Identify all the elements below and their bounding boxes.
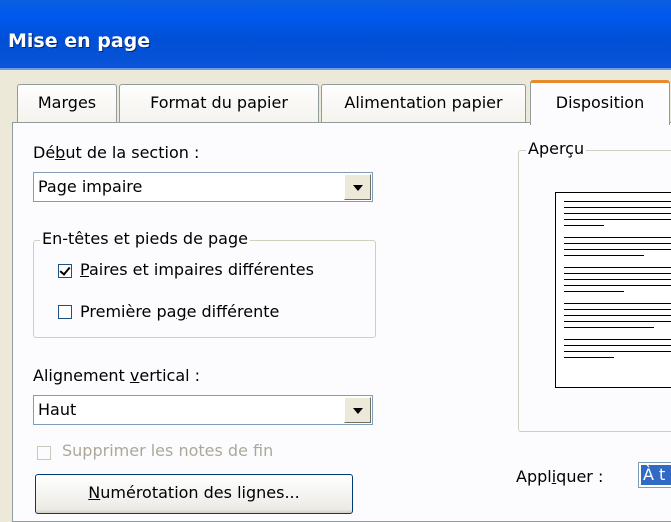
suppress-endnotes-checkbox[interactable] xyxy=(37,446,51,460)
suppress-endnotes-label: Supprimer les notes de fin xyxy=(62,441,274,460)
section-start-select[interactable]: Page impaire xyxy=(33,172,373,202)
section-start-value: Page impaire xyxy=(38,177,143,196)
section-start-label: Début de la section : xyxy=(33,143,200,162)
chevron-down-icon[interactable] xyxy=(344,174,371,200)
apply-label: Appliquer : xyxy=(516,467,604,486)
line-numbers-button[interactable]: Numérotation des lignes... xyxy=(35,474,353,514)
window-title: Mise en page xyxy=(8,30,151,52)
title-bar: Mise en page xyxy=(0,0,671,68)
vertical-alignment-label: Alignement vertical : xyxy=(33,366,201,385)
headers-footers-group xyxy=(33,240,376,338)
tab-paper-format-label: Format du papier xyxy=(150,93,288,112)
vertical-alignment-value: Haut xyxy=(38,400,77,419)
tab-layout-label: Disposition xyxy=(555,93,645,112)
headers-footers-legend: En-têtes et pieds de page xyxy=(40,229,250,248)
apply-to-value: À t xyxy=(641,465,671,485)
chevron-down-icon[interactable] xyxy=(344,397,371,423)
tab-paper-format[interactable]: Format du papier xyxy=(119,84,319,122)
tab-paper-source-label: Alimentation papier xyxy=(344,93,503,112)
tab-margins-label: Marges xyxy=(37,93,97,112)
tab-layout[interactable]: Disposition xyxy=(530,80,670,125)
preview-legend: Aperçu xyxy=(526,139,587,158)
tab-margins[interactable]: Marges xyxy=(17,84,117,122)
tab-paper-source[interactable]: Alimentation papier xyxy=(321,84,526,122)
odd-even-label[interactable]: Paires et impaires différentes xyxy=(80,260,314,279)
odd-even-checkbox[interactable] xyxy=(58,264,72,278)
vertical-alignment-select[interactable]: Haut xyxy=(33,395,373,425)
first-page-label[interactable]: Première page différente xyxy=(80,302,279,321)
first-page-checkbox[interactable] xyxy=(58,305,72,319)
title-bar-edge xyxy=(0,68,671,70)
apply-to-select[interactable]: À t xyxy=(638,462,671,488)
preview-page xyxy=(555,192,671,388)
checkmark-icon xyxy=(59,264,71,276)
